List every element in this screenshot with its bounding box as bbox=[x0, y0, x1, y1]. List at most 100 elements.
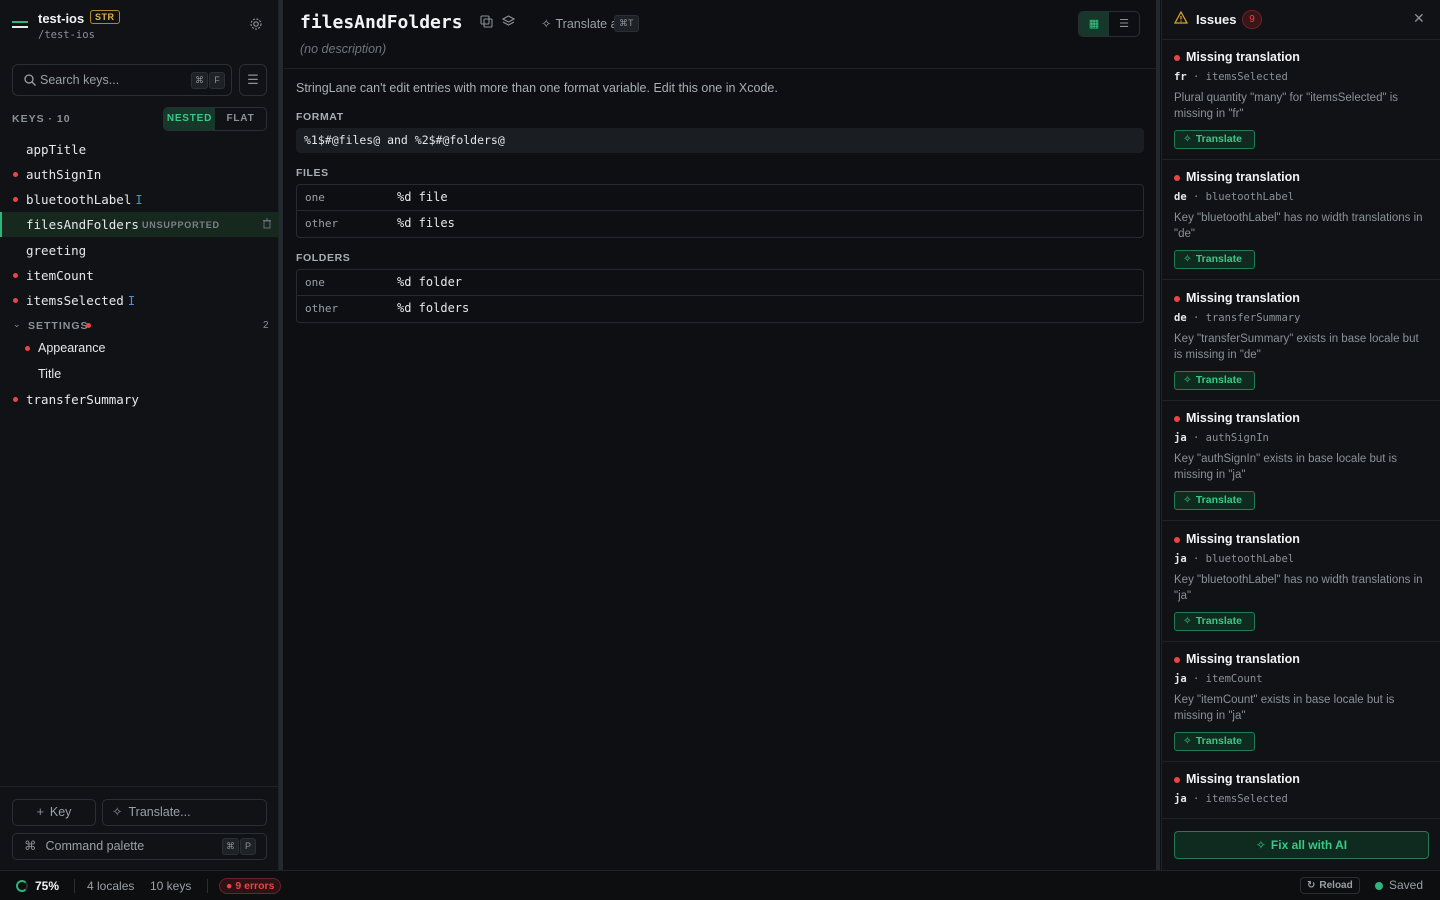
gear-icon[interactable] bbox=[248, 17, 264, 33]
issue-card: Missing translation de · bluetoothLabel … bbox=[1162, 160, 1440, 280]
error-dot: ● bbox=[226, 880, 233, 892]
issue-locale: ja bbox=[1174, 793, 1187, 805]
plural-row: other %d files bbox=[297, 211, 1143, 237]
issue-message: Key "bluetoothLabel" has no width transl… bbox=[1174, 212, 1423, 240]
filter-icon[interactable]: ☰ bbox=[239, 64, 267, 96]
fix-all-with-ai-button[interactable]: ✧ Fix all with AI bbox=[1174, 831, 1429, 859]
issue-message: Key "authSignIn" exists in base locale b… bbox=[1174, 453, 1397, 481]
close-icon[interactable]: ✕ bbox=[1413, 10, 1425, 27]
issue-key[interactable]: itemsSelected bbox=[1206, 793, 1288, 805]
error-dot bbox=[13, 298, 18, 303]
format-value: %1$#@files@ and %2$#@folders@ bbox=[304, 133, 505, 147]
add-key-button[interactable]: + Key bbox=[12, 799, 96, 826]
group-label: SETTINGS bbox=[28, 320, 89, 332]
tree-item-label: filesAndFolders bbox=[26, 217, 139, 232]
chevron-down-icon[interactable]: ⌄ bbox=[13, 319, 21, 330]
saved-status: Saved bbox=[1389, 878, 1424, 892]
sparkle-icon: ✧ bbox=[1183, 253, 1192, 265]
search-input[interactable]: Search keys... ⌘ F bbox=[12, 64, 232, 96]
error-dot bbox=[1174, 296, 1180, 302]
plus-icon: + bbox=[36, 805, 44, 819]
issue-card: Missing translation ja · bluetoothLabel … bbox=[1162, 522, 1440, 642]
plural-row: one %d file bbox=[297, 185, 1143, 211]
shortcut-cmd-key: ⌘ bbox=[191, 72, 208, 89]
divider bbox=[207, 879, 208, 893]
issue-message: Plural quantity "many" for "itemsSelecte… bbox=[1174, 92, 1399, 120]
fix-all-label: Fix all with AI bbox=[1270, 838, 1348, 852]
translate-label: Translate bbox=[1195, 735, 1242, 747]
issue-locale: fr bbox=[1174, 71, 1187, 83]
translate-label: Translate bbox=[1195, 615, 1242, 627]
project-name[interactable]: test-ios bbox=[38, 11, 84, 26]
issue-key[interactable]: itemCount bbox=[1206, 673, 1263, 685]
reload-button[interactable]: ↻ Reload bbox=[1300, 877, 1360, 894]
issue-card: Missing translation ja · authSignIn Key … bbox=[1162, 401, 1440, 521]
flat-toggle[interactable]: FLAT bbox=[215, 108, 266, 130]
issue-translate-button[interactable]: ✧ Translate bbox=[1174, 612, 1255, 631]
tree-item-greeting[interactable]: greeting bbox=[0, 238, 279, 263]
sidebar-resize-handle[interactable] bbox=[279, 0, 283, 870]
layers-icon[interactable] bbox=[500, 15, 516, 31]
tree-item-authsignin[interactable]: authSignIn bbox=[0, 162, 279, 187]
issue-locale: ja bbox=[1174, 432, 1187, 444]
issue-key[interactable]: transferSummary bbox=[1206, 312, 1301, 324]
translate-label: Translate bbox=[1195, 494, 1242, 506]
nested-toggle[interactable]: NESTED bbox=[164, 108, 215, 130]
issue-meta: ja · bluetoothLabel bbox=[1174, 553, 1295, 565]
unsupported-badge: UNSUPPORTED bbox=[142, 220, 220, 230]
list-view-icon[interactable]: ☰ bbox=[1109, 12, 1139, 36]
files-label: FILES bbox=[296, 167, 329, 179]
issue-translate-button[interactable]: ✧ Translate bbox=[1174, 250, 1255, 269]
issue-locale: de bbox=[1174, 312, 1187, 324]
translate-button[interactable]: ✧ Translate... bbox=[102, 799, 267, 826]
issue-title: Missing translation bbox=[1186, 772, 1300, 786]
tree-group-settings[interactable]: ⌄ SETTINGS 2 bbox=[0, 313, 279, 338]
tree-item-label: appTitle bbox=[26, 142, 87, 157]
translate-label: Translate... bbox=[128, 805, 191, 819]
tree-item-bluetoothlabel[interactable]: bluetoothLabel I bbox=[0, 187, 279, 212]
issue-meta: ja · authSignIn bbox=[1174, 432, 1269, 444]
issue-key[interactable]: bluetoothLabel bbox=[1206, 191, 1295, 203]
keys-count: 10 keys bbox=[150, 879, 192, 893]
tree-item-apptitle[interactable]: appTitle bbox=[0, 137, 279, 162]
tree-item-filesandfolders[interactable]: filesAndFolders UNSUPPORTED bbox=[0, 212, 279, 237]
issue-message: Key "bluetoothLabel" has no width transl… bbox=[1174, 574, 1423, 602]
tree-item-label: transferSummary bbox=[26, 392, 139, 407]
sidebar: test-ios STR /test-ios Search keys... ⌘ … bbox=[0, 0, 279, 870]
copy-icon[interactable] bbox=[478, 15, 494, 31]
tree-item-itemcount[interactable]: itemCount bbox=[0, 263, 279, 288]
layout-toggle: ▦ ☰ bbox=[1078, 11, 1140, 37]
issue-translate-button[interactable]: ✧ Translate bbox=[1174, 732, 1255, 751]
tree-item-title[interactable]: Title bbox=[0, 362, 279, 387]
issue-translate-button[interactable]: ✧ Translate bbox=[1174, 371, 1255, 390]
issue-key[interactable]: authSignIn bbox=[1206, 432, 1269, 444]
plural-value: %d folders bbox=[397, 301, 470, 315]
translate-all-button[interactable]: ✧ Translate all bbox=[541, 16, 623, 31]
issue-meta: ja · itemCount bbox=[1174, 673, 1263, 685]
tree-item-transfersummary[interactable]: transferSummary bbox=[0, 387, 279, 412]
issue-title: Missing translation bbox=[1186, 652, 1300, 666]
issue-key[interactable]: itemsSelected bbox=[1206, 71, 1288, 83]
issue-translate-button[interactable]: ✧ Translate bbox=[1174, 491, 1255, 510]
tree-item-appearance[interactable]: Appearance bbox=[0, 336, 279, 361]
issues-resize-handle[interactable] bbox=[1156, 0, 1160, 870]
tree-item-itemsselected[interactable]: itemsSelected I bbox=[0, 288, 279, 313]
plural-row: one %d folder bbox=[297, 270, 1143, 296]
key-description[interactable]: (no description) bbox=[300, 42, 386, 56]
folders-plural-table: one %d folder other %d folders bbox=[296, 269, 1144, 323]
issue-translate-button[interactable]: ✧ Translate bbox=[1174, 130, 1255, 149]
key-title: filesAndFolders bbox=[300, 12, 463, 33]
tree-item-label: Title bbox=[38, 367, 62, 381]
issue-meta: ja · itemsSelected bbox=[1174, 793, 1288, 805]
plural-value: %d folder bbox=[397, 275, 463, 289]
group-count: 2 bbox=[263, 320, 269, 331]
sparkle-icon: ✧ bbox=[1183, 374, 1192, 386]
locales-count[interactable]: 4 locales bbox=[87, 879, 134, 893]
issue-key[interactable]: bluetoothLabel bbox=[1206, 553, 1295, 565]
errors-badge[interactable]: ● 9 errors bbox=[219, 878, 282, 894]
grid-view-icon[interactable]: ▦ bbox=[1079, 12, 1109, 36]
command-palette-button[interactable]: ⌘ Command palette ⌘ P bbox=[12, 833, 267, 860]
trash-icon[interactable] bbox=[262, 218, 272, 232]
plural-quantity: other bbox=[305, 302, 339, 315]
sparkle-icon: ✧ bbox=[1183, 494, 1192, 506]
